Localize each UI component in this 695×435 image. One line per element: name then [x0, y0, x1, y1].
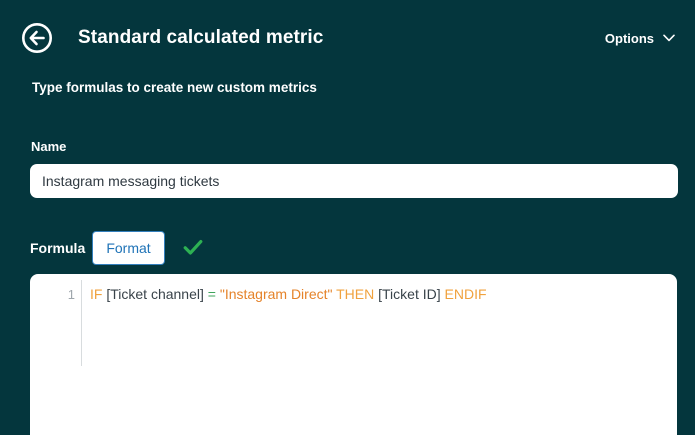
formula-token-string: "Instagram Direct"	[219, 286, 333, 302]
name-label: Name	[31, 139, 67, 154]
formula-token-keyword: ENDIF	[444, 286, 487, 302]
options-label: Options	[604, 30, 654, 46]
page-title: Standard calculated metric	[78, 27, 324, 48]
metric-name-input[interactable]	[30, 164, 678, 198]
formula-token-field: [Ticket channel]	[102, 286, 208, 302]
format-button[interactable]: Format	[92, 231, 165, 265]
formula-code-line: IF [Ticket channel] = "Instagram Direct"…	[90, 286, 487, 302]
formula-editor[interactable]: 1 IF [Ticket channel] = "Instagram Direc…	[30, 274, 677, 435]
formula-token-field: [Ticket ID]	[374, 286, 445, 302]
formula-valid-check-icon	[183, 240, 203, 255]
options-menu-button[interactable]: Options	[605, 29, 675, 47]
formula-token-keyword: IF	[90, 286, 103, 302]
chevron-down-icon	[663, 34, 675, 42]
line-number: 1	[67, 287, 75, 302]
formula-label: Formula	[30, 240, 86, 256]
calculated-metric-page: Standard calculated metric Options Type …	[0, 0, 695, 435]
arrow-left-circle-icon	[22, 23, 52, 53]
line-number-gutter: 1	[30, 280, 82, 366]
page-description: Type formulas to create new custom metri…	[32, 80, 317, 95]
formula-token-operator: =	[207, 286, 216, 302]
back-button[interactable]	[21, 22, 53, 54]
formula-token-keyword: THEN	[336, 286, 375, 302]
